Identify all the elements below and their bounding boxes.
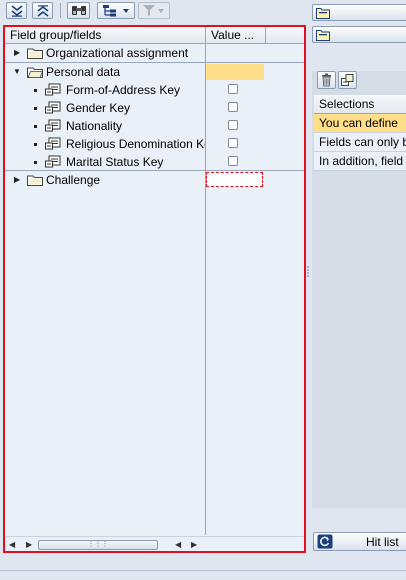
bullet-icon bbox=[34, 161, 37, 164]
tree-label: Organizational assignment bbox=[46, 46, 189, 60]
tree-label: Nationality bbox=[66, 119, 123, 133]
refresh-icon bbox=[317, 534, 333, 549]
filter-button[interactable] bbox=[138, 2, 170, 19]
selection-options-button[interactable] bbox=[312, 26, 406, 43]
field-icon bbox=[45, 119, 61, 132]
scrollbar-thumb[interactable]: ⋮⋮⋮ bbox=[38, 540, 158, 550]
scroll-right-icon[interactable]: ▶ bbox=[191, 540, 197, 549]
value-cell-highlighted[interactable] bbox=[206, 64, 264, 80]
column-header-field[interactable]: Field group/fields bbox=[5, 27, 205, 44]
tree-row-personal-data[interactable]: ▼ Personal data bbox=[5, 63, 304, 81]
value-cell-focused[interactable] bbox=[206, 172, 263, 187]
selection-checkbox[interactable] bbox=[228, 120, 238, 130]
field-icon bbox=[45, 137, 61, 150]
selections-line-1[interactable]: You can define bbox=[314, 114, 406, 133]
bullet-icon bbox=[34, 143, 37, 146]
tree-label: Personal data bbox=[46, 65, 121, 79]
trash-icon bbox=[322, 73, 331, 87]
field-icon bbox=[45, 155, 61, 168]
expand-arrow-icon[interactable]: ▶ bbox=[14, 44, 20, 62]
scroll-left-icon[interactable]: ◀ bbox=[175, 540, 181, 549]
hit-list-label: Hit list bbox=[366, 535, 399, 549]
hit-list-button[interactable]: Hit list bbox=[313, 532, 406, 551]
bullet-icon bbox=[34, 107, 37, 110]
tree-label: Religious Denomination Key bbox=[66, 137, 205, 151]
selection-options-icon bbox=[316, 30, 330, 41]
tree-label: Marital Status Key bbox=[66, 155, 164, 169]
tree-row-gender-key[interactable]: Gender Key bbox=[5, 99, 304, 117]
tree-row-organizational-assignment[interactable]: ▶ Organizational assignment bbox=[5, 44, 304, 62]
folder-icon bbox=[27, 175, 43, 186]
find-icon bbox=[71, 6, 86, 15]
tree-row-nationality[interactable]: Nationality bbox=[5, 117, 304, 135]
bullet-icon bbox=[34, 89, 37, 92]
clear-selection-icon bbox=[341, 74, 354, 86]
selection-checkbox[interactable] bbox=[228, 156, 238, 166]
selections-panel: Selections You can define Fields can onl… bbox=[312, 71, 406, 508]
column-header-empty bbox=[265, 27, 304, 44]
selection-checkbox[interactable] bbox=[228, 84, 238, 94]
bullet-icon bbox=[34, 125, 37, 128]
tree-label: Form-of-Address Key bbox=[66, 83, 181, 97]
search-help-icon bbox=[316, 8, 330, 19]
scroll-left-icon[interactable]: ◀ bbox=[9, 540, 15, 549]
selection-checkbox[interactable] bbox=[228, 102, 238, 112]
clear-selection-button[interactable] bbox=[338, 71, 357, 89]
horizontal-scrollbar[interactable]: ◀ ▶ ⋮⋮⋮ ◀ ▶ bbox=[5, 536, 304, 551]
toolbar-separator bbox=[60, 3, 61, 18]
hierarchy-icon bbox=[103, 5, 129, 17]
splitter-handle[interactable] bbox=[306, 265, 310, 279]
folder-open-icon bbox=[27, 67, 43, 78]
scroll-right-icon[interactable]: ▶ bbox=[26, 540, 32, 549]
tree-row-challenge[interactable]: ▶ Challenge bbox=[5, 171, 304, 189]
hierarchy-button[interactable] bbox=[97, 2, 135, 19]
expand-arrow-icon[interactable]: ▶ bbox=[14, 171, 20, 189]
find-button[interactable] bbox=[67, 2, 90, 19]
selections-list: Selections You can define Fields can onl… bbox=[314, 95, 406, 171]
tree-label: Gender Key bbox=[66, 101, 131, 115]
selection-checkbox[interactable] bbox=[228, 138, 238, 148]
delete-button[interactable] bbox=[317, 71, 336, 89]
search-help-button[interactable] bbox=[312, 4, 406, 21]
tree-label: Challenge bbox=[46, 173, 101, 187]
column-header-value[interactable]: Value ... bbox=[206, 27, 265, 44]
tree-row-form-of-address-key[interactable]: Form-of-Address Key bbox=[5, 81, 304, 99]
field-icon bbox=[45, 83, 61, 96]
selections-header: Selections bbox=[314, 95, 406, 114]
field-icon bbox=[45, 101, 61, 114]
field-tree-panel: Field group/fields Value ... ▶ Organizat… bbox=[3, 25, 306, 553]
filter-icon bbox=[143, 5, 164, 16]
collapse-all-icon bbox=[37, 4, 48, 17]
folder-icon bbox=[27, 48, 43, 59]
expand-all-icon bbox=[11, 4, 22, 17]
collapse-arrow-icon[interactable]: ▼ bbox=[13, 63, 21, 81]
tree-row-religious-denomination-key[interactable]: Religious Denomination Key bbox=[5, 135, 304, 153]
collapse-all-button[interactable] bbox=[32, 2, 53, 19]
status-bar-divider bbox=[0, 570, 406, 571]
tree-row-marital-status-key[interactable]: Marital Status Key bbox=[5, 153, 304, 171]
selections-line-3[interactable]: In addition, field bbox=[314, 152, 406, 171]
selections-line-2[interactable]: Fields can only b bbox=[314, 133, 406, 152]
expand-all-button[interactable] bbox=[6, 2, 27, 19]
